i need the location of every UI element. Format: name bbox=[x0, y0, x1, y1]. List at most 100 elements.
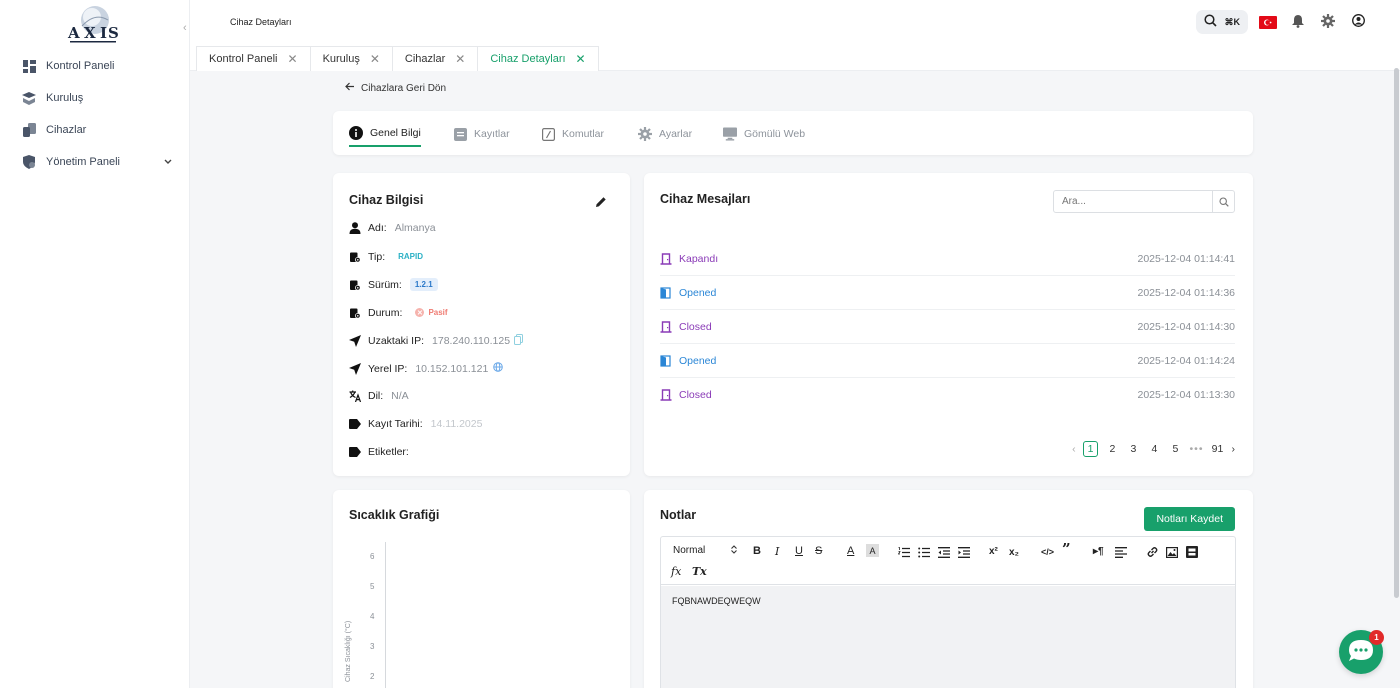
save-notes-button[interactable]: Notları Kaydet bbox=[1144, 507, 1235, 531]
sidebar-item-kurulus[interactable]: Kuruluş bbox=[0, 82, 190, 114]
page-3[interactable]: 3 bbox=[1126, 443, 1140, 455]
page-5[interactable]: 5 bbox=[1168, 443, 1182, 455]
tab-gomulu-web[interactable]: Gömülü Web bbox=[723, 121, 805, 147]
remote-ip-row: Uzaktaki IP: 178.240.110.125 bbox=[349, 334, 524, 348]
image-icon[interactable] bbox=[1166, 545, 1178, 559]
search-button[interactable] bbox=[1212, 191, 1234, 212]
globe-icon[interactable] bbox=[493, 362, 504, 375]
strikethrough-icon[interactable]: S bbox=[815, 544, 822, 558]
page-4[interactable]: 4 bbox=[1147, 443, 1161, 455]
italic-icon[interactable]: I bbox=[775, 544, 779, 558]
sidebar-item-label: Kuruluş bbox=[46, 92, 84, 104]
formula-icon[interactable]: fx bbox=[671, 564, 681, 578]
tab-genel-bilgi[interactable]: Genel Bilgi bbox=[349, 121, 421, 147]
underline-icon[interactable]: U bbox=[795, 544, 803, 558]
admin-shield-icon bbox=[22, 155, 36, 169]
turkey-flag-icon bbox=[1259, 15, 1277, 29]
tab-label: Komutlar bbox=[562, 128, 605, 140]
arrow-left-icon bbox=[345, 82, 355, 94]
page-2[interactable]: 2 bbox=[1105, 443, 1119, 455]
messages-search bbox=[1053, 190, 1235, 213]
tab-komutlar[interactable]: Komutlar bbox=[541, 121, 604, 147]
back-to-devices-link[interactable]: Cihazlara Geri Dön bbox=[345, 82, 446, 94]
brand-logo[interactable]: A X IS bbox=[62, 2, 122, 46]
outdent-icon[interactable] bbox=[938, 545, 950, 559]
subscript-icon[interactable]: x₂ bbox=[1009, 545, 1019, 559]
message-row[interactable]: Opened 2025-12-04 01:14:36 bbox=[660, 276, 1235, 310]
message-text: Opened bbox=[679, 354, 717, 367]
indent-icon[interactable] bbox=[958, 545, 970, 559]
sidebar-item-yonetim-paneli[interactable]: Yönetim Paneli bbox=[0, 146, 190, 178]
text-direction-icon[interactable]: ▸¶ bbox=[1093, 544, 1104, 558]
sidebar-item-label: Cihazlar bbox=[46, 124, 87, 136]
door-open-icon bbox=[660, 286, 672, 299]
door-closed-icon bbox=[660, 389, 672, 401]
tab-cihaz-detaylari[interactable]: Cihaz Detayları ✕ bbox=[477, 46, 599, 71]
sidebar-item-kontrol-paneli[interactable]: Kontrol Paneli bbox=[0, 50, 190, 82]
bullet-list-icon[interactable] bbox=[918, 545, 930, 559]
page-1[interactable]: 1 bbox=[1082, 441, 1099, 457]
logs-icon bbox=[453, 127, 467, 141]
global-search-button[interactable]: ⌘K bbox=[1195, 10, 1248, 34]
clear-format-icon[interactable]: Tx bbox=[692, 564, 707, 578]
tag-icon bbox=[349, 446, 361, 458]
page-ellipsis[interactable]: ••• bbox=[1189, 443, 1203, 455]
settings-button[interactable] bbox=[1318, 12, 1338, 32]
text-color-icon[interactable]: A bbox=[847, 544, 854, 558]
tab-label: Gömülü Web bbox=[744, 128, 806, 140]
tab-cihazlar[interactable]: Cihazlar ✕ bbox=[391, 46, 479, 71]
collapse-sidebar-icon[interactable]: ‹ bbox=[183, 22, 187, 34]
bell-icon bbox=[1291, 14, 1305, 31]
format-select[interactable]: Normal bbox=[673, 545, 737, 557]
temperature-title: Sıcaklık Grafiği bbox=[349, 508, 440, 522]
message-row[interactable]: Closed 2025-12-04 01:13:30 bbox=[660, 378, 1235, 412]
tab-ayarlar[interactable]: Ayarlar bbox=[638, 121, 692, 147]
superscript-icon[interactable]: x² bbox=[989, 544, 998, 558]
message-text: Opened bbox=[679, 286, 717, 299]
link-icon[interactable] bbox=[1146, 545, 1159, 559]
organization-icon bbox=[22, 91, 36, 105]
close-icon[interactable]: ✕ bbox=[576, 52, 586, 66]
tab-kurulus[interactable]: Kuruluş ✕ bbox=[309, 46, 393, 71]
y-tick: 6 bbox=[370, 552, 375, 561]
tab-kontrol-paneli[interactable]: Kontrol Paneli ✕ bbox=[196, 46, 311, 71]
sidebar-nav: Kontrol Paneli Kuruluş Cihazlar Yönetim … bbox=[0, 50, 190, 178]
y-tick: 5 bbox=[370, 582, 375, 591]
info-icon bbox=[349, 126, 363, 140]
close-icon[interactable]: ✕ bbox=[288, 52, 298, 66]
notifications-button[interactable] bbox=[1288, 12, 1308, 32]
page-last[interactable]: 91 bbox=[1211, 443, 1225, 455]
select-arrows-icon bbox=[731, 545, 737, 557]
sidebar-item-cihazlar[interactable]: Cihazlar bbox=[0, 114, 190, 146]
notes-editor-body[interactable]: FQBNAWDEQWEQW bbox=[661, 586, 1235, 688]
next-page-icon[interactable]: › bbox=[1232, 443, 1236, 455]
open-tabs-bar: Kontrol Paneli ✕ Kuruluş ✕ Cihazlar ✕ Cihaz… bbox=[190, 44, 1400, 71]
monitor-icon bbox=[723, 127, 737, 141]
edit-pencil-icon[interactable] bbox=[595, 196, 607, 211]
background-color-icon[interactable]: A bbox=[866, 544, 879, 557]
chevron-down-icon[interactable] bbox=[164, 157, 172, 167]
close-icon[interactable]: ✕ bbox=[455, 52, 465, 66]
device-gear-icon bbox=[349, 279, 361, 291]
tab-kayitlar[interactable]: Kayıtlar bbox=[453, 121, 510, 147]
page-scrollbar[interactable] bbox=[1394, 68, 1399, 598]
device-info-card: Cihaz Bilgisi Adı: Almanya Tip: RAPID Sü… bbox=[333, 173, 630, 476]
align-icon[interactable] bbox=[1115, 545, 1127, 559]
language-button[interactable] bbox=[1258, 12, 1278, 32]
message-row[interactable]: Kapandı 2025-12-04 01:14:41 bbox=[660, 242, 1235, 276]
message-row[interactable]: Closed 2025-12-04 01:14:30 bbox=[660, 310, 1235, 344]
close-icon[interactable]: ✕ bbox=[370, 52, 380, 66]
message-row[interactable]: Opened 2025-12-04 01:14:24 bbox=[660, 344, 1235, 378]
devices-icon bbox=[22, 123, 36, 137]
ordered-list-icon[interactable] bbox=[898, 545, 910, 559]
code-icon[interactable]: </> bbox=[1041, 545, 1054, 559]
messages-search-input[interactable] bbox=[1054, 191, 1212, 212]
copy-icon[interactable] bbox=[514, 334, 524, 348]
user-menu-button[interactable] bbox=[1348, 12, 1368, 32]
video-icon[interactable] bbox=[1186, 545, 1198, 559]
svg-text:IS: IS bbox=[100, 24, 120, 42]
sidebar: A X IS ‹ Kontrol Paneli Kuruluş Cihazlar bbox=[0, 0, 190, 688]
blockquote-icon[interactable]: ” bbox=[1062, 540, 1071, 558]
prev-page-icon[interactable]: ‹ bbox=[1072, 443, 1076, 455]
bold-icon[interactable]: B bbox=[753, 544, 761, 558]
